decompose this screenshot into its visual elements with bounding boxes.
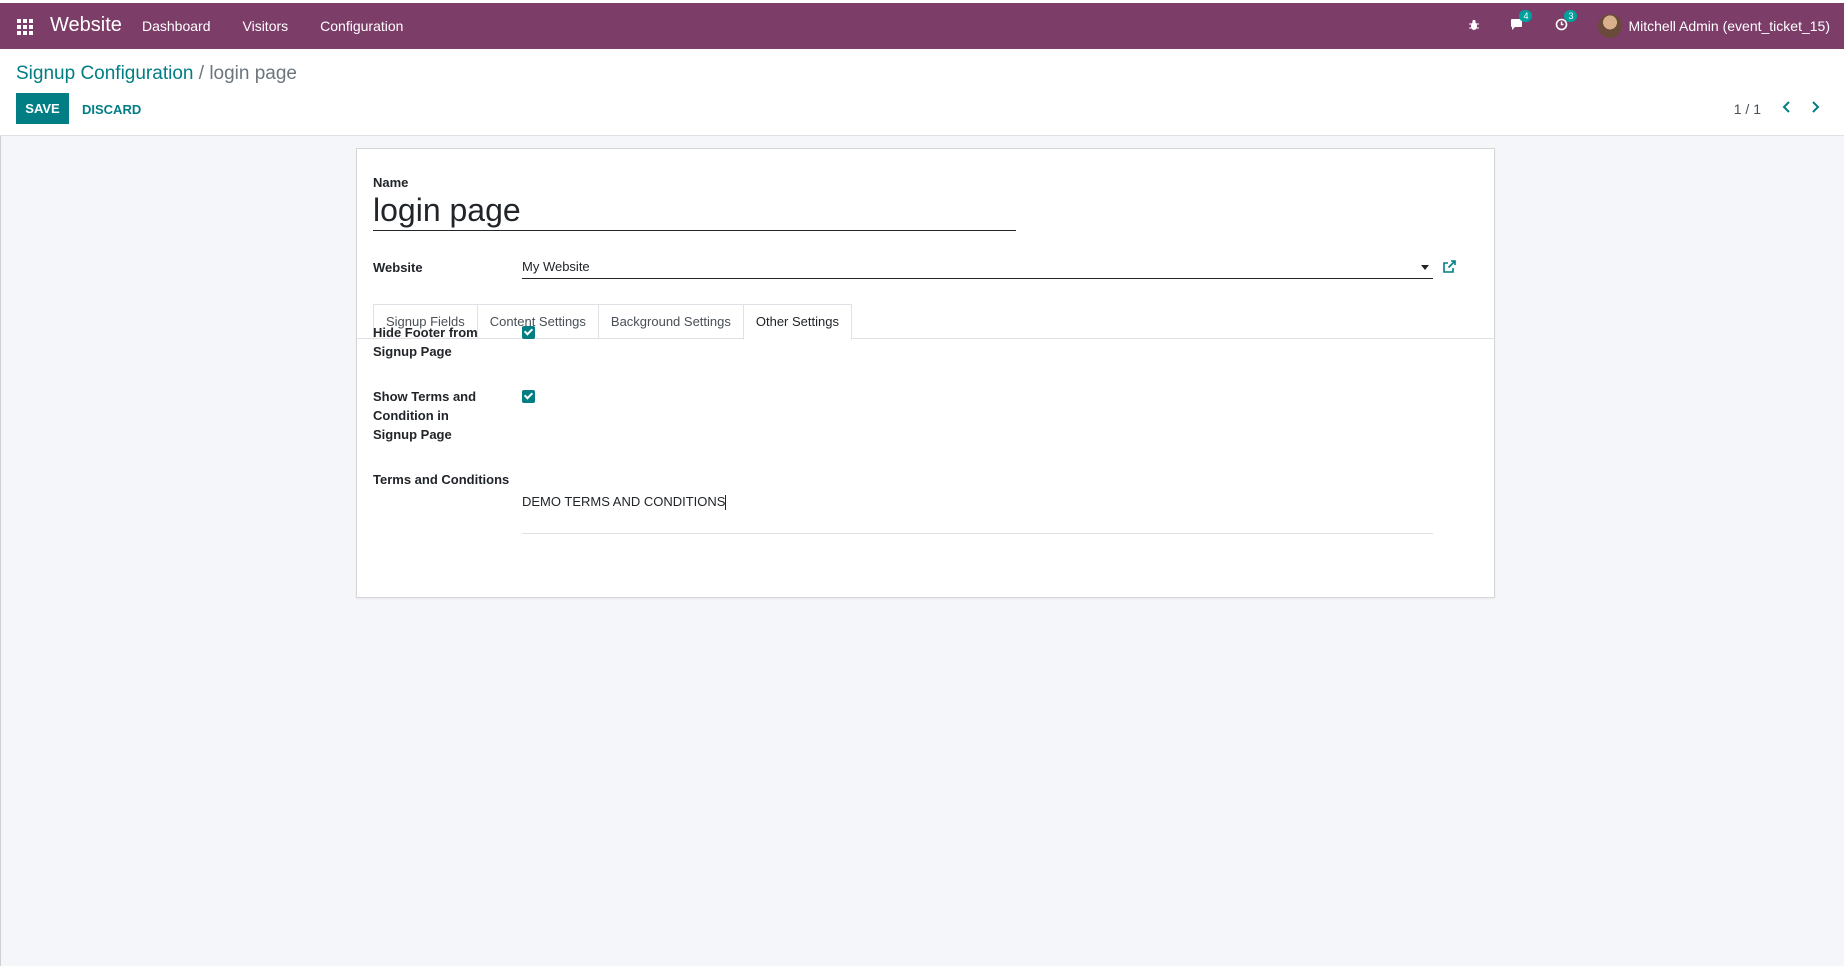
name-input[interactable]: login page	[373, 191, 1016, 231]
messages-icon[interactable]: 4	[1510, 10, 1533, 34]
terms-value: DEMO TERMS AND CONDITIONS	[522, 494, 726, 509]
hide-footer-checkbox[interactable]	[522, 326, 535, 339]
tab-content-settings[interactable]: Content Settings	[476, 304, 599, 339]
activities-clock-icon[interactable]: 3	[1555, 10, 1578, 34]
breadcrumb-parent[interactable]: Signup Configuration	[16, 63, 193, 84]
save-button[interactable]: SAVE	[16, 93, 69, 124]
menu-visitors[interactable]: Visitors	[243, 18, 289, 34]
main-menu: Dashboard Visitors Configuration	[142, 18, 435, 34]
pager-value[interactable]: 1 / 1	[1734, 101, 1761, 117]
external-link-icon[interactable]	[1442, 260, 1456, 274]
show-terms-label: Show Terms and Condition in Signup Page	[373, 389, 477, 442]
hide-footer-label: Hide Footer from Signup Page	[373, 325, 478, 359]
terms-label: Terms and Conditions	[373, 472, 510, 487]
chevron-right-icon[interactable]	[1806, 98, 1824, 116]
menu-dashboard[interactable]: Dashboard	[142, 18, 211, 34]
form-sheet: Name login page Website My Website Signu…	[356, 148, 1495, 598]
text-cursor	[725, 495, 727, 511]
chevron-left-icon[interactable]	[1778, 98, 1796, 116]
tab-other-settings[interactable]: Other Settings	[742, 304, 852, 340]
app-brand[interactable]: Website	[50, 14, 122, 37]
top-navbar: Website Dashboard Visitors Configuration…	[0, 3, 1844, 49]
systray: 4 3 Mitchell Admin (event_ticket_15)	[1468, 3, 1844, 49]
user-menu[interactable]: Mitchell Admin (event_ticket_15)	[1628, 18, 1830, 34]
caret-down-icon[interactable]	[1421, 265, 1429, 270]
bug-icon[interactable]	[1468, 18, 1480, 34]
terms-textarea[interactable]: DEMO TERMS AND CONDITIONS	[522, 492, 1433, 534]
menu-configuration[interactable]: Configuration	[320, 18, 403, 34]
website-label: Website	[373, 260, 423, 275]
breadcrumb-separator: /	[198, 63, 205, 84]
name-label: Name	[373, 175, 409, 190]
website-value: My Website	[522, 259, 590, 274]
user-avatar[interactable]	[1598, 14, 1623, 38]
show-terms-checkbox[interactable]	[522, 390, 535, 403]
website-select[interactable]: My Website	[522, 257, 1433, 279]
breadcrumb-current: login page	[209, 63, 298, 84]
apps-grid-icon[interactable]	[17, 19, 33, 35]
discard-button[interactable]: DISCARD	[82, 102, 141, 117]
breadcrumb: Signup Configuration / login page	[16, 63, 297, 85]
tab-background-settings[interactable]: Background Settings	[597, 304, 744, 339]
messages-badge: 4	[1519, 10, 1533, 22]
activities-badge: 3	[1564, 10, 1578, 22]
control-panel: Signup Configuration / login page SAVE D…	[0, 49, 1844, 136]
